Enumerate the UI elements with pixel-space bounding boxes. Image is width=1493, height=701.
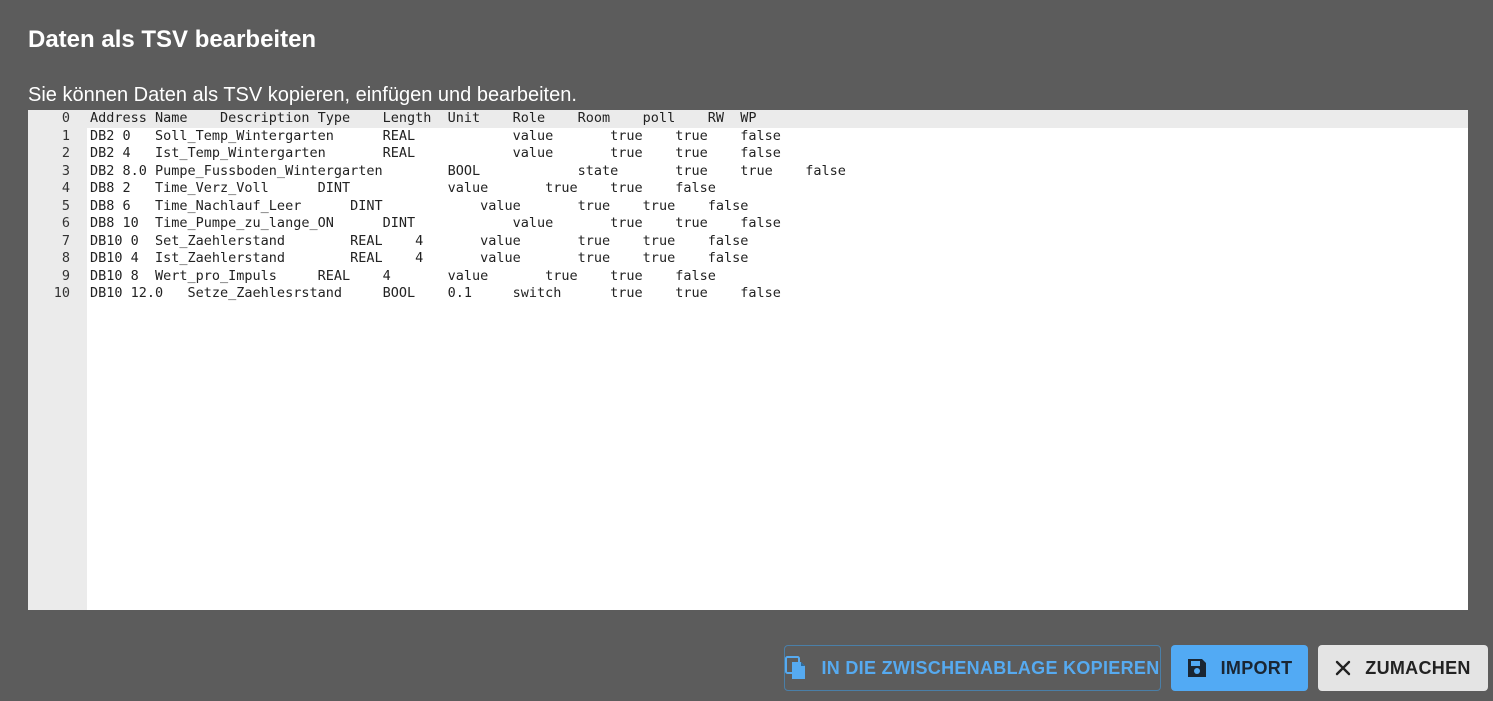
tsv-code-editor[interactable]: 0 Address Name Description Type Length Un… xyxy=(28,110,1468,610)
save-icon xyxy=(1187,659,1206,677)
line-number: 10 xyxy=(53,285,70,301)
editor-line[interactable]: 4 DB8 2 Time_Verz_Voll DINT value true tr… xyxy=(28,180,1468,198)
editor-line[interactable]: 1 DB2 0 Soll_Temp_Wintergarten REAL value… xyxy=(28,128,1468,146)
line-text[interactable]: Address Name Description Type Length Uni… xyxy=(90,110,756,128)
editor-lines[interactable]: 0 Address Name Description Type Length Un… xyxy=(28,110,1468,303)
editor-line[interactable]: 0 Address Name Description Type Length Un… xyxy=(28,110,1468,128)
editor-line[interactable]: 5 DB8 6 Time_Nachlauf_Leer DINT value tru… xyxy=(28,198,1468,216)
dialog-title: Daten als TSV bearbeiten xyxy=(28,26,317,53)
line-text[interactable]: DB8 10 Time_Pumpe_zu_lange_ON DINT value… xyxy=(90,215,781,233)
line-text[interactable]: DB10 0 Set_Zaehlerstand REAL 4 value tru… xyxy=(90,233,748,251)
line-number: 7 xyxy=(61,232,70,249)
line-text[interactable]: DB2 0 Soll_Temp_Wintergarten REAL value … xyxy=(90,128,781,146)
editor-line[interactable]: 6 DB8 10 Time_Pumpe_zu_lange_ON DINT valu… xyxy=(28,215,1468,233)
line-text[interactable]: DB2 4 Ist_Temp_Wintergarten REAL value t… xyxy=(90,145,781,163)
editor-line[interactable]: 7 DB10 0 Set_Zaehlerstand REAL 4 value tr… xyxy=(28,233,1468,251)
line-text[interactable]: DB8 6 Time_Nachlauf_Leer DINT value true… xyxy=(90,198,748,216)
copy-icon xyxy=(785,656,806,679)
line-text[interactable]: DB8 2 Time_Verz_Voll DINT value true tru… xyxy=(90,180,716,198)
line-number: 9 xyxy=(61,267,70,284)
close-button-label: ZUMACHEN xyxy=(1365,657,1471,678)
copy-button-label: IN DIE ZWISCHENABLAGE KOPIEREN xyxy=(821,657,1160,678)
editor-line[interactable]: 3 DB2 8.0 Pumpe_Fussboden_Wintergarten BO… xyxy=(28,163,1468,181)
import-button[interactable]: IMPORT xyxy=(1171,645,1308,691)
close-icon xyxy=(1336,660,1351,676)
editor-line[interactable]: 2 DB2 4 Ist_Temp_Wintergarten REAL value … xyxy=(28,145,1468,163)
line-number: 1 xyxy=(61,127,70,144)
line-text[interactable]: DB10 4 Ist_Zaehlerstand REAL 4 value tru… xyxy=(90,250,748,268)
tsv-edit-dialog: Daten als TSV bearbeiten Sie können Date… xyxy=(0,0,1493,701)
line-number: 8 xyxy=(61,250,70,266)
import-button-label: IMPORT xyxy=(1220,657,1293,678)
line-number: 5 xyxy=(61,197,70,214)
copy-to-clipboard-button[interactable]: IN DIE ZWISCHENABLAGE KOPIEREN xyxy=(784,645,1161,691)
close-button[interactable]: ZUMACHEN xyxy=(1318,645,1488,691)
dialog-subtitle: Sie können Daten als TSV kopieren, einfü… xyxy=(28,84,577,106)
line-number: 0 xyxy=(61,110,70,126)
line-number: 2 xyxy=(61,145,70,161)
editor-line[interactable]: 10 DB10 12.0 Setze_Zaehlesrstand BOOL 0.1… xyxy=(28,285,1468,303)
editor-line[interactable]: 9 DB10 8 Wert_pro_Impuls REAL 4 value tru… xyxy=(28,268,1468,286)
editor-line[interactable]: 8 DB10 4 Ist_Zaehlerstand REAL 4 value tr… xyxy=(28,250,1468,268)
line-text[interactable]: DB2 8.0 Pumpe_Fussboden_Wintergarten BOO… xyxy=(90,163,846,181)
line-number: 4 xyxy=(61,180,70,196)
line-number: 6 xyxy=(61,215,70,231)
line-number: 3 xyxy=(61,162,70,179)
line-text[interactable]: DB10 12.0 Setze_Zaehlesrstand BOOL 0.1 s… xyxy=(90,285,781,303)
line-text[interactable]: DB10 8 Wert_pro_Impuls REAL 4 value true… xyxy=(90,268,716,286)
